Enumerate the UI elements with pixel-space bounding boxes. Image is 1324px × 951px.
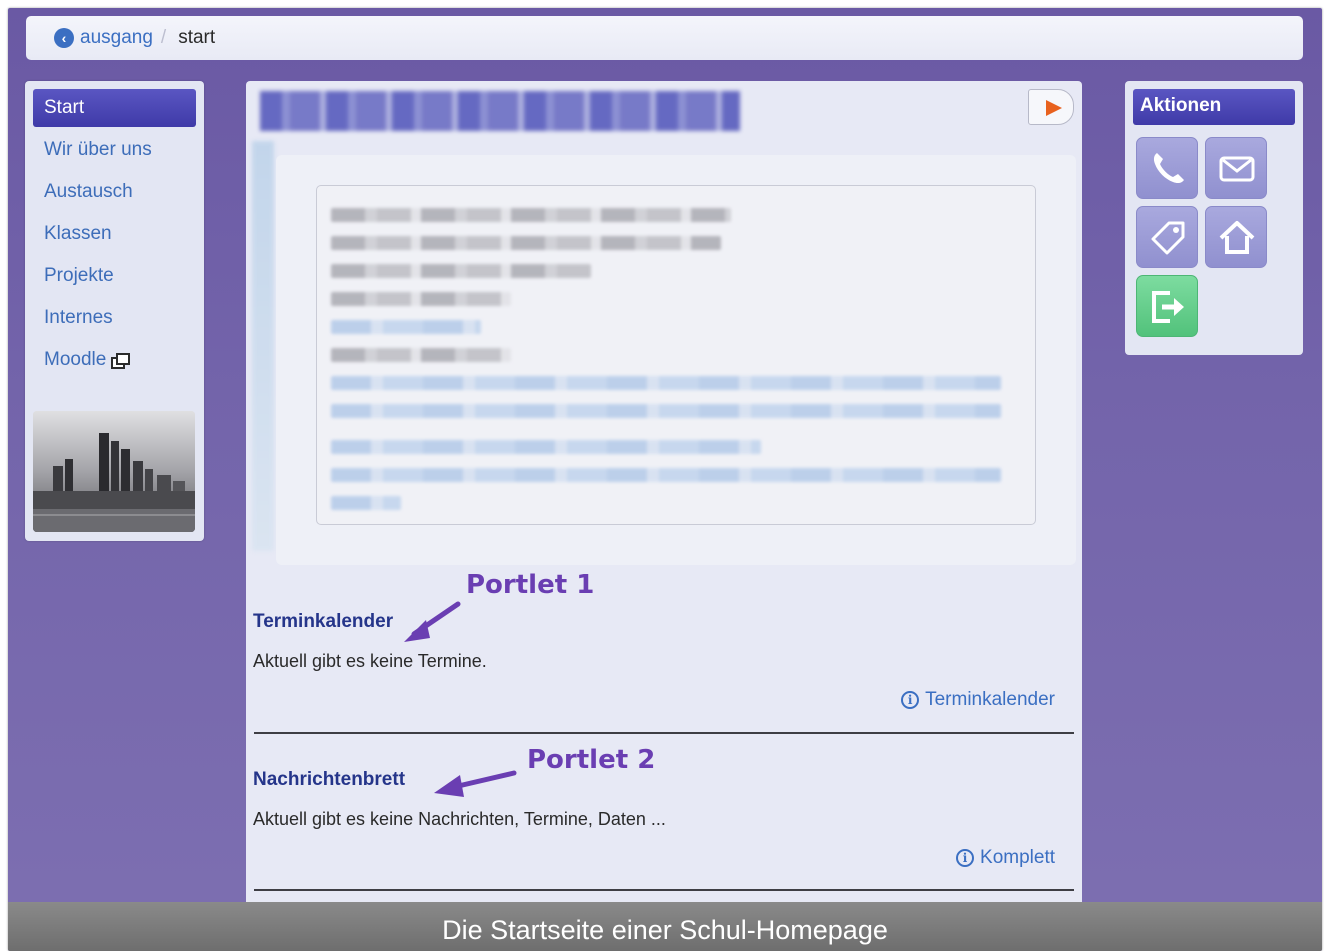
annotation-label: Portlet 1 xyxy=(466,570,595,600)
divider xyxy=(254,889,1074,891)
portlet-body: Aktuell gibt es keine Nachrichten, Termi… xyxy=(253,809,666,829)
arrow-circle-left-icon: ‹ xyxy=(54,28,74,48)
pixelated-line xyxy=(331,348,511,362)
tag-icon xyxy=(1151,221,1185,255)
terminkalender-more-link[interactable]: i Terminkalender xyxy=(901,689,1055,711)
mail-button[interactable] xyxy=(1205,137,1267,199)
external-window-icon xyxy=(111,353,131,369)
portlet-terminkalender: Terminkalender Aktuell gibt es keine Ter… xyxy=(253,611,1075,710)
pixelated-content-box xyxy=(316,185,1036,525)
portlet-title[interactable]: Terminkalender xyxy=(253,611,1075,633)
pixelated-line xyxy=(331,376,1001,390)
mail-icon xyxy=(1219,156,1255,182)
phone-icon xyxy=(1153,153,1184,184)
divider xyxy=(254,732,1074,734)
page-title-pixelated xyxy=(260,91,740,131)
phone-button[interactable] xyxy=(1136,137,1198,199)
sidebar-item-projekte[interactable]: Projekte xyxy=(33,257,196,295)
sidebar-item-label: Moodle xyxy=(44,349,107,370)
portlet-body: Aktuell gibt es keine Termine. xyxy=(253,651,487,671)
sidebar-item-klassen[interactable]: Klassen xyxy=(33,215,196,253)
sidebar-item-wir-ueber-uns[interactable]: Wir über uns xyxy=(33,131,196,169)
pixelated-line xyxy=(331,264,591,278)
pixelated-line xyxy=(331,468,1001,482)
breadcrumb-current: start xyxy=(178,27,216,48)
pixelated-line xyxy=(331,292,511,306)
pixelated-content-area xyxy=(276,155,1076,565)
portlet-nachrichtenbrett: Nachrichtenbrett Aktuell gibt es keine N… xyxy=(253,769,1075,868)
skyline-graphic xyxy=(33,411,195,532)
pixelated-line xyxy=(331,496,401,510)
annotation-label: Portlet 2 xyxy=(527,745,656,775)
image-caption: Die Startseite einer Schul-Homepage xyxy=(8,902,1322,951)
info-icon: i xyxy=(956,849,975,867)
sidebar: Start Wir über uns Austausch Klassen Pro… xyxy=(25,81,204,541)
pixelated-line xyxy=(331,320,481,334)
portlet-title[interactable]: Nachrichtenbrett xyxy=(253,769,1075,791)
logout-button[interactable] xyxy=(1136,275,1198,337)
main-content: Terminkalender Aktuell gibt es keine Ter… xyxy=(246,81,1082,951)
annotation-arrow-icon xyxy=(404,601,461,642)
pixelated-line xyxy=(331,208,731,222)
sidebar-item-austausch[interactable]: Austausch xyxy=(33,173,196,211)
sidebar-item-moodle[interactable]: Moodle xyxy=(33,341,196,379)
komplett-more-link[interactable]: i Komplett xyxy=(956,847,1055,869)
pixelated-line xyxy=(331,236,721,250)
sidebar-item-internes[interactable]: Internes xyxy=(33,299,196,337)
breadcrumb-home-link[interactable]: ‹ ausgang xyxy=(54,27,153,49)
more-link-label: Terminkalender xyxy=(925,689,1055,710)
more-link-label: Komplett xyxy=(980,847,1055,868)
breadcrumb-separator: / xyxy=(160,27,167,48)
home-icon xyxy=(1219,221,1255,254)
breadcrumb: ‹ ausgang / start xyxy=(26,16,1303,60)
pixelated-line xyxy=(331,404,1001,418)
pixelated-line xyxy=(331,440,761,454)
tag-button[interactable] xyxy=(1136,206,1198,268)
home-button[interactable] xyxy=(1205,206,1267,268)
city-skyline-image xyxy=(33,411,195,532)
annotation-arrow-icon xyxy=(434,770,517,797)
breadcrumb-home-label: ausgang xyxy=(80,27,153,48)
sidebar-item-start[interactable]: Start xyxy=(33,89,196,127)
actions-title: Aktionen xyxy=(1133,89,1295,125)
app-window: ‹ ausgang / start Start Wir über uns Aus… xyxy=(8,8,1322,951)
actions-panel: Aktionen xyxy=(1125,81,1303,355)
next-arrow-button[interactable] xyxy=(1028,89,1074,125)
logout-icon xyxy=(1152,291,1184,323)
info-icon: i xyxy=(901,691,920,709)
pager xyxy=(964,89,1074,125)
pixelated-sidebar-strip xyxy=(252,141,274,551)
